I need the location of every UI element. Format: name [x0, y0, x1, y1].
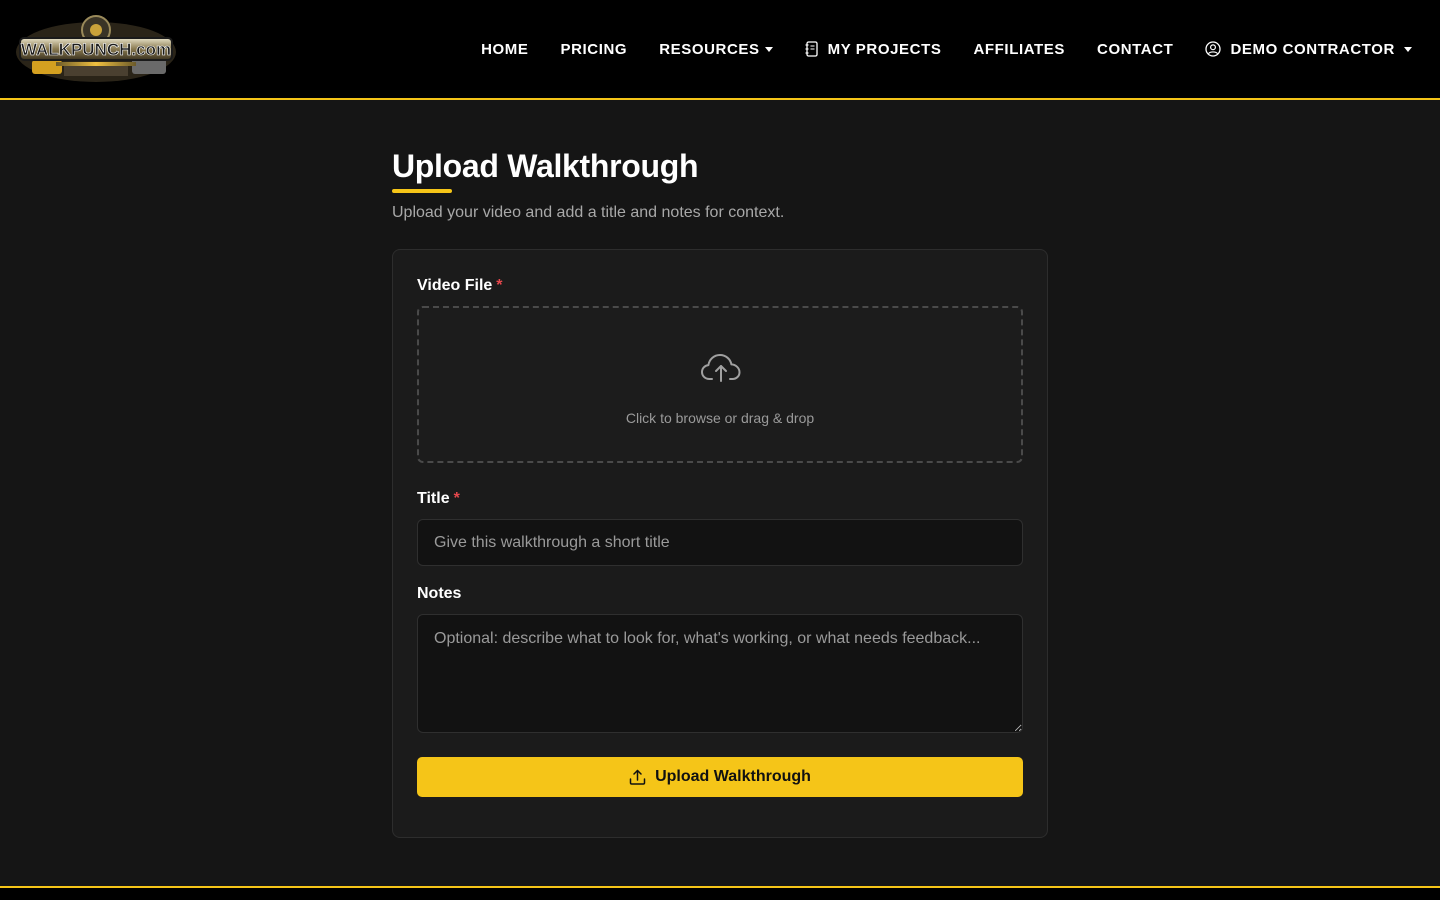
nav-contact-label: CONTACT: [1097, 40, 1174, 58]
nav-user-menu-dropdown[interactable]: DEMO CONTRACTOR: [1205, 41, 1412, 58]
upload-form-card: Video File * Click to browse or drag & dr…: [392, 249, 1048, 838]
notes-label: Notes: [417, 585, 462, 602]
logo-graphic: WALKPUNCH.com: [16, 15, 176, 82]
title-label-text: Title: [417, 490, 450, 507]
nav-my-projects[interactable]: MY PROJECTS: [805, 41, 942, 58]
caret-down-icon: [1404, 46, 1412, 52]
top-navbar: WALKPUNCH.com HOME PRICING RESOURCES MY …: [0, 0, 1440, 100]
title-label: Title *: [417, 490, 460, 508]
page-subtitle: Upload your video and add a title and no…: [392, 204, 785, 221]
nav-pricing-label: PRICING: [560, 40, 628, 58]
dropzone-instructions: Click to browse or drag & drop: [625, 410, 815, 426]
cloud-upload-icon: [700, 352, 742, 389]
nav-resources-dropdown[interactable]: RESOURCES: [659, 40, 773, 58]
upload-walkthrough-button[interactable]: Upload Walkthrough: [417, 757, 1023, 797]
nav-my-projects-label: MY PROJECTS: [827, 40, 942, 58]
nav-contact[interactable]: CONTACT: [1097, 41, 1173, 58]
logo-text: WALKPUNCH.com: [21, 40, 171, 59]
nav-affiliates-label: AFFILIATES: [973, 40, 1066, 58]
title-input[interactable]: [417, 519, 1023, 566]
main-navigation: HOME PRICING RESOURCES MY PROJECTS AFFIL…: [449, 0, 1412, 98]
caret-down-icon: [764, 46, 773, 52]
upload-walkthrough-button-label: Upload Walkthrough: [655, 768, 811, 785]
video-file-label-text: Video File: [417, 277, 493, 294]
nav-home[interactable]: HOME: [481, 41, 528, 58]
required-asterisk: *: [453, 490, 460, 507]
nav-home-label: HOME: [481, 40, 529, 58]
nav-user-name-label: DEMO CONTRACTOR: [1230, 40, 1395, 58]
walkpunch-logo[interactable]: WALKPUNCH.com: [12, 12, 180, 86]
user-circle-icon: [1205, 41, 1222, 57]
video-file-label: Video File *: [417, 277, 503, 295]
notebook-icon: [805, 41, 819, 57]
footer-divider: [0, 886, 1440, 900]
nav-affiliates[interactable]: AFFILIATES: [973, 41, 1065, 58]
nav-resources-label: RESOURCES: [659, 40, 760, 58]
page-title: Upload Walkthrough: [392, 148, 699, 184]
notes-textarea[interactable]: [417, 614, 1023, 733]
upload-icon: [629, 769, 646, 785]
nav-pricing[interactable]: PRICING: [560, 41, 627, 58]
video-dropzone[interactable]: Click to browse or drag & drop: [417, 306, 1023, 463]
title-accent-underline: [392, 189, 452, 193]
required-asterisk: *: [496, 277, 503, 294]
